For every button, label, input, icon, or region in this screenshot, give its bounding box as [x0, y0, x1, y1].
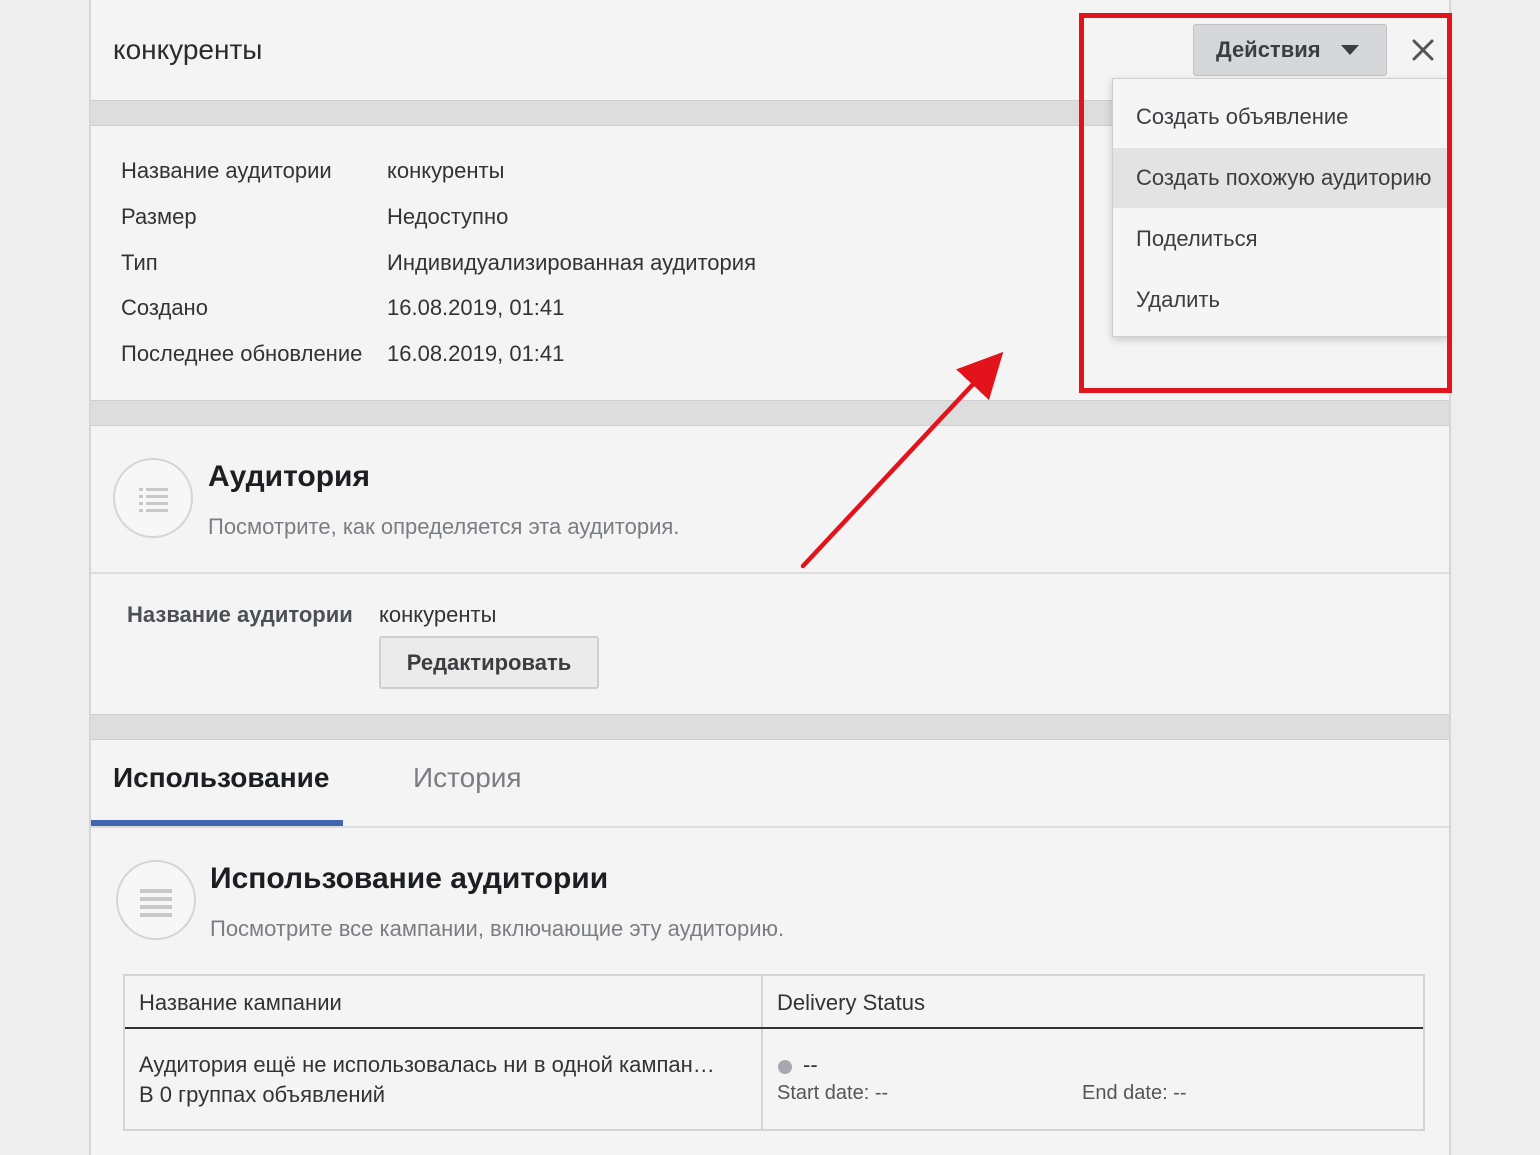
list-icon — [116, 860, 196, 940]
detail-value: Индивидуализированная аудитория — [387, 250, 756, 275]
usage-section-title: Использование аудитории — [210, 862, 609, 895]
detail-label: Размер — [121, 204, 197, 229]
campaign-usage-table: Название кампании Delivery Status Аудито… — [123, 974, 1425, 1131]
audience-section-title: Аудитория — [208, 460, 370, 493]
list-icon — [113, 458, 193, 538]
column-divider — [761, 976, 763, 1129]
audience-name-value: конкуренты — [379, 602, 497, 627]
detail-label: Тип — [121, 250, 158, 275]
campaign-cell-line1: Аудитория ещё не использовалась ни в одн… — [139, 1052, 715, 1077]
caret-down-icon — [1340, 45, 1359, 55]
edit-button[interactable]: Редактировать — [379, 636, 599, 689]
menu-item-share[interactable]: Поделиться — [1113, 209, 1447, 269]
section-divider — [91, 714, 1449, 740]
menu-item-delete[interactable]: Удалить — [1113, 270, 1447, 330]
actions-menu: Создать объявление Создать похожую аудит… — [1112, 78, 1448, 337]
detail-label: Последнее обновление — [121, 341, 363, 366]
divider — [91, 572, 1449, 574]
column-header-campaign: Название кампании — [139, 990, 342, 1015]
detail-value: 16.08.2019, 01:41 — [387, 341, 565, 366]
campaign-cell-line2: В 0 группах объявлений — [139, 1082, 386, 1107]
detail-label: Создано — [121, 295, 208, 320]
menu-item-create-lookalike[interactable]: Создать похожую аудиторию — [1113, 148, 1447, 208]
audience-section-subtitle: Посмотрите, как определяется эта аудитор… — [208, 514, 680, 539]
start-date: Start date: -- — [777, 1082, 889, 1104]
actions-button-label: Действия — [1216, 37, 1321, 62]
header-underline — [125, 1027, 1423, 1029]
detail-label: Название аудитории — [121, 158, 332, 183]
delivery-status-value: -- — [803, 1052, 818, 1077]
close-icon — [1412, 39, 1434, 61]
audience-details-panel: конкуренты Действия Название аудитории к… — [89, 0, 1452, 1155]
tab-usage[interactable]: Использование — [113, 762, 329, 794]
detail-value: конкуренты — [387, 158, 505, 183]
menu-item-create-ad[interactable]: Создать объявление — [1113, 87, 1447, 147]
column-header-delivery-status: Delivery Status — [777, 990, 925, 1015]
audience-name-label: Название аудитории — [127, 602, 353, 627]
actions-dropdown-button[interactable]: Действия — [1193, 24, 1387, 76]
end-date: End date: -- — [1082, 1082, 1187, 1104]
close-button[interactable] — [1407, 34, 1439, 66]
usage-section-subtitle: Посмотрите все кампании, включающие эту … — [210, 916, 785, 941]
page-title: конкуренты — [113, 34, 263, 65]
section-divider — [91, 400, 1449, 426]
divider — [91, 826, 1449, 828]
detail-value: Недоступно — [387, 204, 509, 229]
status-dot-icon — [778, 1060, 792, 1074]
tab-history[interactable]: История — [413, 762, 522, 794]
detail-value: 16.08.2019, 01:41 — [387, 295, 565, 320]
